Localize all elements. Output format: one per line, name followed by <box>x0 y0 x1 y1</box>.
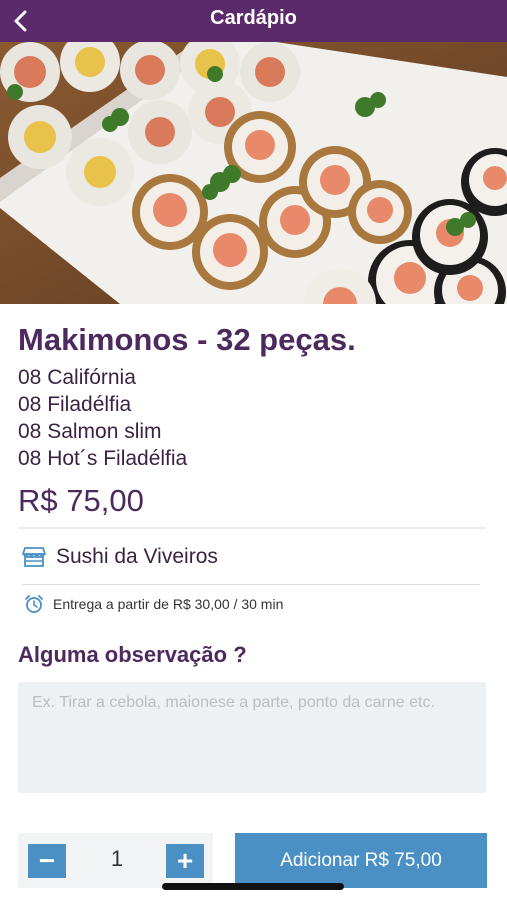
quantity-value: 1 <box>110 846 124 871</box>
observation-input[interactable] <box>18 682 486 793</box>
increase-quantity-button[interactable]: + <box>166 844 204 878</box>
divider <box>22 584 480 585</box>
description-line: 08 Califórnia <box>18 366 136 389</box>
page-title: Cardápio <box>210 7 297 29</box>
description-line: 08 Salmon slim <box>18 420 162 443</box>
description-line: 08 Filadélfia <box>18 393 132 416</box>
store-icon <box>22 547 46 567</box>
store-info: Sushi da Viveiros <box>22 545 218 569</box>
description-line: 08 Hot´s Filadélfia <box>18 447 188 470</box>
quantity-stepper: − 1 + <box>18 833 213 888</box>
product-description: 08 Califórnia 08 Filadélfia 08 Salmon sl… <box>18 364 187 472</box>
observation-title: Alguma observação ? <box>18 642 247 667</box>
top-bar: Cardápio <box>0 0 507 42</box>
delivery-info: Entrega a partir de R$ 30,00 / 30 min <box>24 594 283 614</box>
product-image <box>0 42 507 304</box>
home-indicator[interactable] <box>162 883 344 890</box>
product-title: Makimonos - 32 peças. <box>18 322 356 357</box>
decrease-quantity-button[interactable]: − <box>28 844 66 878</box>
alarm-clock-icon <box>25 595 43 613</box>
store-name: Sushi da Viveiros <box>56 545 218 568</box>
delivery-text: Entrega a partir de R$ 30,00 / 30 min <box>53 596 284 612</box>
product-price: R$ 75,00 <box>18 483 144 518</box>
divider <box>18 527 486 529</box>
add-to-cart-button[interactable]: Adicionar R$ 75,00 <box>235 833 487 888</box>
